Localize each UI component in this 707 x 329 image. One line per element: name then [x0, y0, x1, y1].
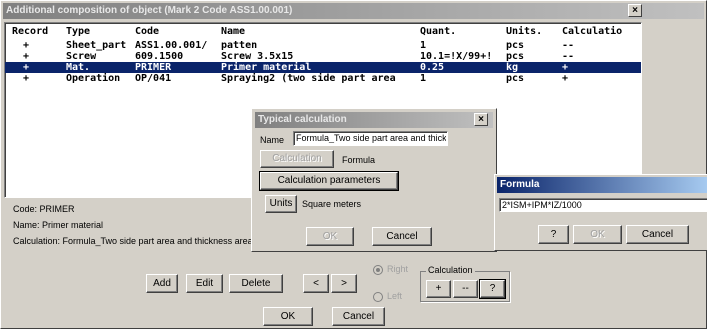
formula-value: 2*ISM+IPM*IZ/1000 — [502, 200, 582, 210]
info-name: Name: Primer material — [13, 220, 104, 230]
calculation-group-label: Calculation — [426, 265, 475, 275]
radio-right-label: Right — [387, 264, 409, 274]
cancel-button[interactable]: Cancel — [332, 307, 385, 326]
cell-code: PRIMER — [135, 62, 172, 73]
calc-minus-button[interactable]: -- — [453, 280, 478, 298]
formula-field[interactable]: 2*ISM+IPM*IZ/1000 — [499, 198, 707, 212]
column-header-record[interactable]: Record — [12, 26, 62, 37]
radio-left-indicator — [373, 292, 383, 302]
typical-units-value: Square meters — [302, 199, 362, 209]
typical-title: Typical calculation — [258, 114, 347, 125]
cell-quant: 1 — [420, 73, 427, 84]
cell-code: 609.1500 — [135, 51, 184, 62]
main-title: Additional composition of object (Mark 2… — [6, 5, 293, 16]
cell-type: Screw — [66, 51, 97, 62]
cell-record: + — [23, 40, 30, 51]
cell-name: Primer material — [221, 62, 312, 73]
list-header: Record Type Code Name Quant. Units. Calc… — [5, 26, 641, 37]
formula-query-button[interactable]: ? — [538, 225, 569, 244]
next-button[interactable]: > — [331, 274, 357, 293]
cell-quant: 1 — [420, 40, 427, 51]
radio-left[interactable]: Left — [373, 291, 421, 303]
calc-query-button[interactable]: ? — [479, 279, 506, 299]
column-header-type[interactable]: Type — [66, 26, 126, 37]
typical-close-button[interactable]: × — [474, 113, 488, 126]
units-button[interactable]: Units — [265, 195, 297, 213]
typical-name-value: Formula_Two side part area and thickn — [296, 133, 446, 143]
delete-button[interactable]: Delete — [229, 274, 283, 293]
radio-left-label: Left — [387, 291, 403, 301]
column-header-code[interactable]: Code — [135, 26, 215, 37]
calc-plus-button[interactable]: + — [426, 280, 451, 298]
prev-button[interactable]: < — [303, 274, 329, 293]
edit-button[interactable]: Edit — [186, 274, 223, 293]
typical-name-field[interactable]: Formula_Two side part area and thickn — [293, 131, 448, 146]
typical-cancel-button[interactable]: Cancel — [372, 227, 432, 246]
table-row[interactable]: + Screw 609.1500 Screw 3.5x15 10.1=!X/99… — [5, 51, 641, 62]
radio-right-indicator — [373, 265, 383, 275]
radio-right[interactable]: Right — [373, 264, 421, 276]
cell-units: pcs — [506, 73, 525, 84]
cell-name: patten — [221, 40, 258, 51]
typical-calculation-button[interactable]: Calculation — [260, 150, 334, 168]
column-header-units[interactable]: Units. — [506, 26, 561, 37]
cell-units: pcs — [506, 40, 525, 51]
info-calculation: Calculation: Formula_Two side part area … — [13, 236, 253, 246]
cell-type: Operation — [66, 73, 121, 84]
cell-calculation: + — [562, 73, 569, 84]
cell-quant: 0.25 — [420, 62, 445, 73]
typical-title-bar[interactable]: Typical calculation × — [255, 112, 493, 128]
cell-name: Screw 3.5x15 — [221, 51, 294, 62]
main-title-bar[interactable]: Additional composition of object (Mark 2… — [3, 3, 704, 19]
cell-record: + — [23, 51, 30, 62]
typical-ok-button[interactable]: OK — [306, 227, 354, 246]
typical-calculation-value: Formula — [342, 155, 376, 165]
calculation-parameters-button[interactable]: Calculation parameters — [259, 171, 399, 191]
table-row[interactable]: + Operation OP/041 Spraying2 (two side p… — [5, 73, 641, 84]
cell-calculation: -- — [562, 40, 575, 51]
formula-dialog: Formula 2*ISM+IPM*IZ/1000 ? OK Cancel — [494, 174, 707, 251]
cell-quant: 10.1=!X/99+! — [420, 51, 493, 62]
cell-units: pcs — [506, 51, 525, 62]
add-button[interactable]: Add — [146, 274, 178, 293]
main-close-button[interactable]: × — [628, 4, 642, 17]
cell-calculation: -- — [562, 51, 575, 62]
formula-title: Formula — [500, 179, 540, 190]
cell-code: ASS1.00.001/ — [135, 40, 208, 51]
table-row[interactable]: + Sheet_part ASS1.00.001/ patten 1 pcs -… — [5, 40, 641, 51]
column-header-quant[interactable]: Quant. — [420, 26, 500, 37]
typical-calculation-dialog: Typical calculation × Name Formula_Two s… — [251, 108, 497, 252]
cell-code: OP/041 — [135, 73, 172, 84]
formula-cancel-button[interactable]: Cancel — [626, 225, 689, 244]
cell-calculation: + — [562, 62, 569, 73]
column-header-name[interactable]: Name — [221, 26, 411, 37]
column-header-calculation[interactable]: Calculatio — [562, 26, 642, 37]
info-code: Code: PRIMER — [13, 204, 75, 214]
formula-title-bar[interactable]: Formula — [497, 177, 707, 193]
cell-units: kg — [506, 62, 519, 73]
formula-ok-button[interactable]: OK — [573, 225, 622, 244]
cell-record: + — [23, 73, 30, 84]
typical-name-label: Name — [260, 135, 285, 145]
table-row-selected[interactable]: + Mat. PRIMER Primer material 0.25 kg + — [5, 62, 641, 73]
cell-record: + — [23, 62, 30, 73]
cell-type: Sheet_part — [66, 40, 127, 51]
cell-type: Mat. — [66, 62, 91, 73]
cell-name: Spraying2 (two side part area — [221, 73, 396, 84]
ok-button[interactable]: OK — [263, 307, 313, 326]
